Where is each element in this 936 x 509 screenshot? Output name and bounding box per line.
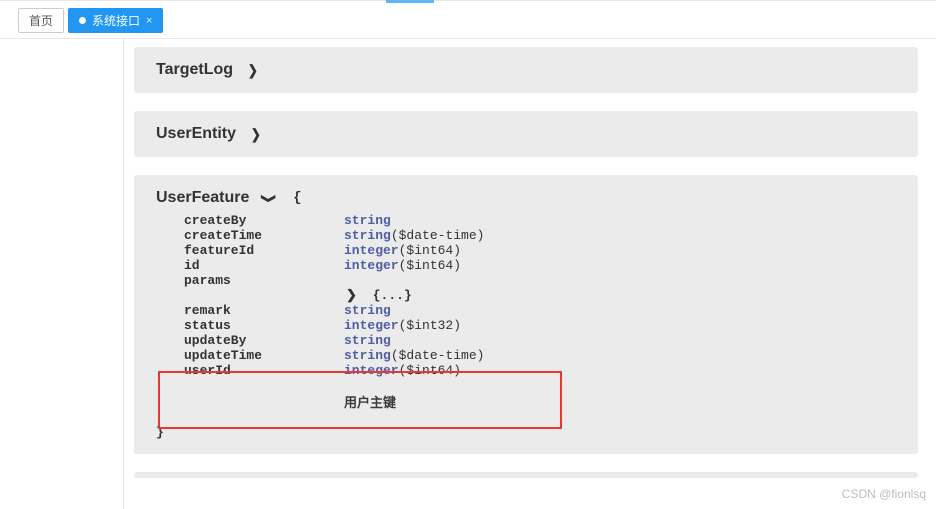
prop-type: string [344, 303, 391, 318]
model-targetlog-title: TargetLog [156, 61, 233, 79]
model-userentity[interactable]: UserEntity ❯ [134, 111, 918, 157]
nested-object-toggle[interactable]: ❯ {...} [156, 288, 896, 303]
tab-dot-icon [79, 17, 86, 24]
prop-name: createBy [184, 213, 344, 228]
prop-format: ($int64) [399, 258, 461, 273]
chevron-down-icon: ❯ [261, 193, 278, 203]
prop-type: string [344, 348, 391, 363]
prop-name: updateBy [184, 333, 344, 348]
tab-active-label: 系统接口 [92, 12, 140, 29]
model-userfeature-title: UserFeature [156, 189, 249, 207]
prop-name: id [184, 258, 344, 273]
tab-bar: 首页 系统接口 × [0, 0, 936, 38]
prop-row: userId integer($int64) [156, 363, 896, 378]
tab-home[interactable]: 首页 [18, 8, 64, 33]
close-brace: } [156, 425, 896, 440]
prop-type: integer [344, 318, 399, 333]
prop-format: ($int32) [399, 318, 461, 333]
model-userfeature-header[interactable]: UserFeature ❯ { [156, 189, 302, 207]
left-pane [0, 39, 124, 509]
model-targetlog[interactable]: TargetLog ❯ [134, 47, 918, 93]
prop-type: string [344, 333, 391, 348]
prop-name: featureId [184, 243, 344, 258]
prop-name: remark [184, 303, 344, 318]
nested-braces: {...} [373, 288, 412, 303]
prop-name: status [184, 318, 344, 333]
prop-name: params [184, 273, 344, 288]
tab-home-label: 首页 [29, 12, 53, 29]
prop-name: updateTime [184, 348, 344, 363]
prop-format: ($date-time) [391, 348, 485, 363]
prop-format: ($int64) [399, 243, 461, 258]
prop-row: remark string [156, 303, 896, 318]
close-icon[interactable]: × [146, 15, 152, 27]
prop-row: status integer($int32) [156, 318, 896, 333]
workspace: TargetLog ❯ UserEntity ❯ UserFeature ❯ {… [0, 38, 936, 509]
model-next-stub [134, 472, 918, 478]
prop-row: createTime string($date-time) [156, 228, 896, 243]
prop-row: id integer($int64) [156, 258, 896, 273]
prop-row: createBy string [156, 213, 896, 228]
tab-system-api[interactable]: 系统接口 × [68, 8, 163, 33]
userfeature-props: createBy string createTime string($date-… [156, 213, 896, 411]
model-userentity-title: UserEntity [156, 125, 236, 143]
watermark: CSDN @fionlsq [842, 487, 926, 501]
model-userentity-header[interactable]: UserEntity ❯ [156, 125, 262, 143]
prop-row: updateTime string($date-time) [156, 348, 896, 363]
prop-row: params [156, 273, 896, 288]
prop-type: string [344, 228, 391, 243]
top-active-indicator [386, 0, 434, 3]
model-userfeature: UserFeature ❯ { createBy string createTi… [134, 175, 918, 454]
prop-type: string [344, 213, 391, 228]
model-targetlog-header[interactable]: TargetLog ❯ [156, 61, 259, 79]
content-area: TargetLog ❯ UserEntity ❯ UserFeature ❯ {… [124, 39, 936, 509]
prop-row: updateBy string [156, 333, 896, 348]
prop-type: integer [344, 258, 399, 273]
prop-format: ($int64) [399, 363, 461, 378]
prop-row: featureId integer($int64) [156, 243, 896, 258]
prop-name: createTime [184, 228, 344, 243]
prop-name: userId [184, 363, 344, 378]
chevron-right-icon: ❯ [251, 126, 261, 143]
prop-description: 用户主键 [156, 392, 896, 411]
prop-type: integer [344, 363, 399, 378]
prop-format: ($date-time) [391, 228, 485, 243]
open-brace: { [289, 190, 301, 206]
prop-type: integer [344, 243, 399, 258]
chevron-right-icon: ❯ [346, 288, 365, 303]
chevron-right-icon: ❯ [248, 62, 258, 79]
